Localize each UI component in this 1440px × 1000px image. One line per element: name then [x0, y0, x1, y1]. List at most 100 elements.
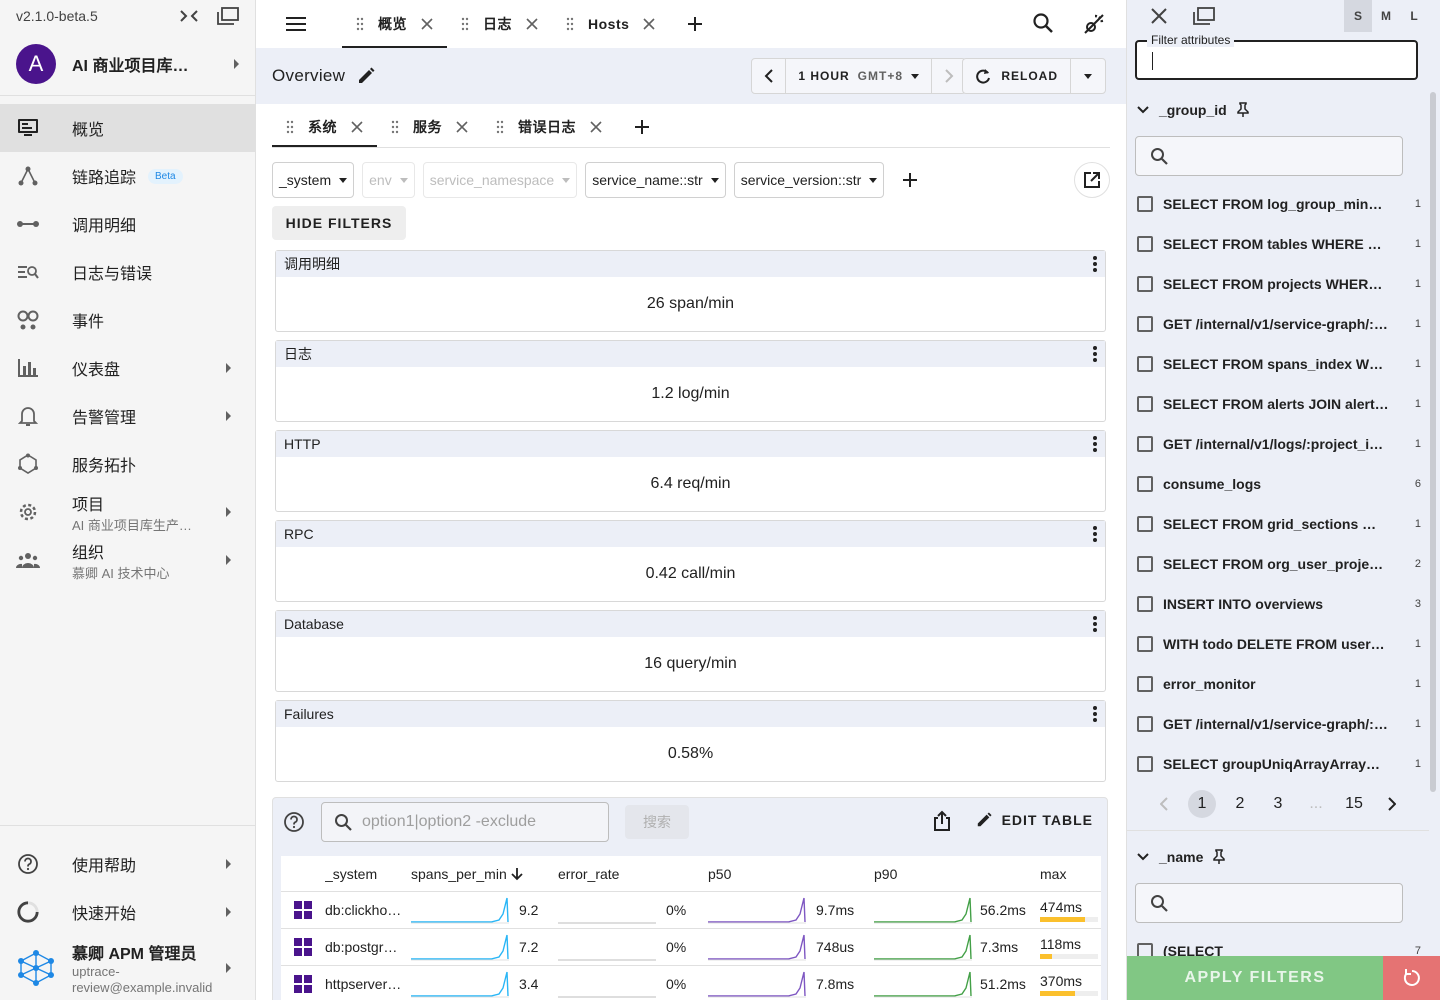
- filter-select-service-name[interactable]: service_name::str: [585, 162, 726, 198]
- attribute-value-item[interactable]: SELECT FROM spans_index WHERE project 1: [1127, 344, 1429, 384]
- table-search-input[interactable]: option1|option2 -exclude: [321, 802, 609, 842]
- attribute-value-item[interactable]: SELECT FROM grid_sections WHERE dashboar…: [1127, 504, 1429, 544]
- close-icon[interactable]: [1151, 8, 1167, 24]
- sidebar-item-spans[interactable]: 调用明细: [0, 200, 255, 248]
- column-header-p50[interactable]: p50: [708, 866, 874, 882]
- column-header-max[interactable]: max: [1040, 866, 1100, 882]
- page-2-button[interactable]: 2: [1221, 790, 1259, 818]
- filter-select-service-namespace[interactable]: service_namespace: [422, 162, 578, 198]
- attribute-value-item[interactable]: SELECT FROM tables WHERE database 1: [1127, 224, 1429, 264]
- drag-handle-icon[interactable]: [566, 17, 574, 31]
- more-vert-icon[interactable]: [1093, 705, 1097, 723]
- system-name[interactable]: httpserver:uptrace: [325, 976, 411, 992]
- close-icon[interactable]: [643, 18, 655, 30]
- checkbox[interactable]: [1137, 236, 1153, 252]
- reload-button[interactable]: RELOAD: [963, 59, 1071, 93]
- add-filter-icon[interactable]: [902, 172, 918, 188]
- subtab-error-logs[interactable]: 错误日志: [482, 106, 616, 147]
- size-s-button[interactable]: S: [1344, 0, 1372, 32]
- page-1-button[interactable]: 1: [1188, 790, 1216, 818]
- attribute-value-item[interactable]: (SELECT 7: [1127, 931, 1429, 958]
- system-name[interactable]: db:clickhouse: [325, 902, 411, 918]
- more-vert-icon[interactable]: [1093, 435, 1097, 453]
- checkbox[interactable]: [1137, 636, 1153, 652]
- filter-attributes-input[interactable]: Filter attributes: [1135, 33, 1418, 80]
- subtab-services[interactable]: 服务: [377, 106, 482, 147]
- more-vert-icon[interactable]: [1093, 255, 1097, 273]
- attribute-value-item[interactable]: GET /internal/v1/logs/:project_id/groups…: [1127, 424, 1429, 464]
- sidebar-item-help[interactable]: 使用帮助: [0, 840, 255, 888]
- checkbox[interactable]: [1137, 476, 1153, 492]
- theme-toggle-icon[interactable]: [1082, 12, 1106, 36]
- project-switcher[interactable]: A AI 商业项目库生产监控: [0, 32, 255, 96]
- attribute-value-item[interactable]: GET /internal/v1/service-graph/:project_…: [1127, 304, 1429, 344]
- prev-period-button[interactable]: [752, 59, 787, 93]
- new-window-icon[interactable]: [217, 7, 239, 25]
- checkbox[interactable]: [1137, 356, 1153, 372]
- group-search-input[interactable]: [1135, 136, 1403, 176]
- period-select[interactable]: 1 HOUR GMT+8: [786, 59, 931, 93]
- attribute-value-item[interactable]: SELECT FROM log_group_minutes WHERE 1: [1127, 184, 1429, 224]
- tab-logs[interactable]: 日志: [447, 0, 552, 48]
- page-3-button[interactable]: 3: [1259, 790, 1297, 818]
- sidebar-item-logs[interactable]: 日志与错误: [0, 248, 255, 296]
- checkbox[interactable]: [1137, 316, 1153, 332]
- filter-select-system[interactable]: _system: [272, 162, 355, 198]
- size-m-button[interactable]: M: [1372, 0, 1400, 32]
- scrollbar[interactable]: [1430, 92, 1436, 792]
- column-header-p90[interactable]: p90: [874, 866, 1040, 882]
- attribute-value-item[interactable]: INSERT INTO overviews 3: [1127, 584, 1429, 624]
- apply-filters-button[interactable]: APPLY FILTERS: [1127, 956, 1383, 1000]
- checkbox[interactable]: [1137, 596, 1153, 612]
- table-row[interactable]: db:clickhouse 9.2 0% 9.7ms 56.2ms 474ms: [281, 892, 1101, 929]
- column-header-error-rate[interactable]: error_rate: [558, 866, 708, 882]
- checkbox[interactable]: [1137, 516, 1153, 532]
- table-row[interactable]: httpserver:uptrace 3.4 0% 7.8ms 51.2ms 370ms: [281, 966, 1101, 1000]
- new-window-icon[interactable]: [1193, 7, 1215, 25]
- sidebar-item-alerting[interactable]: 告警管理: [0, 392, 255, 440]
- share-icon[interactable]: [932, 810, 952, 832]
- attribute-value-item[interactable]: SELECT groupUniqArrayArrayMerge 1: [1127, 744, 1429, 784]
- close-icon[interactable]: [526, 18, 538, 30]
- drag-handle-icon[interactable]: [391, 120, 399, 134]
- checkbox[interactable]: [1137, 396, 1153, 412]
- tab-overview[interactable]: 概览: [342, 0, 447, 48]
- checkbox[interactable]: [1137, 196, 1153, 212]
- sidebar-item-dashboards[interactable]: 仪表盘: [0, 344, 255, 392]
- close-icon[interactable]: [351, 120, 363, 133]
- edit-icon[interactable]: [357, 67, 375, 85]
- column-header-spans-per-min[interactable]: spans_per_min: [411, 866, 558, 882]
- sidebar-item-organization[interactable]: 组织 慕卿 AI 技术中心: [0, 536, 255, 584]
- group-header-name[interactable]: _name: [1127, 839, 1429, 875]
- more-vert-icon[interactable]: [1093, 615, 1097, 633]
- help-icon[interactable]: [283, 811, 305, 833]
- tab-hosts[interactable]: Hosts: [552, 0, 669, 48]
- close-icon[interactable]: [421, 18, 433, 30]
- attribute-value-item[interactable]: consume_logs 6: [1127, 464, 1429, 504]
- add-tab-icon[interactable]: [687, 0, 703, 48]
- hide-filters-button[interactable]: HIDE FILTERS: [272, 206, 406, 240]
- column-header-system[interactable]: _system: [325, 866, 411, 882]
- sidebar-item-service-graph[interactable]: 服务拓扑: [0, 440, 255, 488]
- attribute-value-item[interactable]: WITH todo DELETE FROM user_invites 1: [1127, 624, 1429, 664]
- reset-filters-button[interactable]: [1383, 956, 1440, 1000]
- search-icon[interactable]: [1032, 12, 1054, 36]
- more-vert-icon[interactable]: [1093, 345, 1097, 363]
- search-button[interactable]: 搜索: [625, 805, 689, 839]
- sidebar-item-project[interactable]: 项目 AI 商业项目库生产监控: [0, 488, 255, 536]
- attribute-value-item[interactable]: SELECT FROM org_user_projects WHERE 2: [1127, 544, 1429, 584]
- filter-select-env[interactable]: env: [362, 162, 415, 198]
- add-subtab-icon[interactable]: [634, 106, 650, 147]
- more-vert-icon[interactable]: [1093, 525, 1097, 543]
- system-name[interactable]: db:postgresql: [325, 939, 411, 955]
- collapse-sidebar-icon[interactable]: [179, 8, 199, 24]
- page-15-button[interactable]: 15: [1335, 790, 1373, 818]
- menu-icon[interactable]: [286, 0, 306, 48]
- checkbox[interactable]: [1137, 436, 1153, 452]
- drag-handle-icon[interactable]: [496, 120, 504, 134]
- pin-icon[interactable]: [1236, 102, 1249, 118]
- drag-handle-icon[interactable]: [286, 120, 294, 134]
- checkbox[interactable]: [1137, 716, 1153, 732]
- reload-interval-dropdown[interactable]: [1071, 59, 1105, 93]
- pin-icon[interactable]: [1213, 849, 1226, 865]
